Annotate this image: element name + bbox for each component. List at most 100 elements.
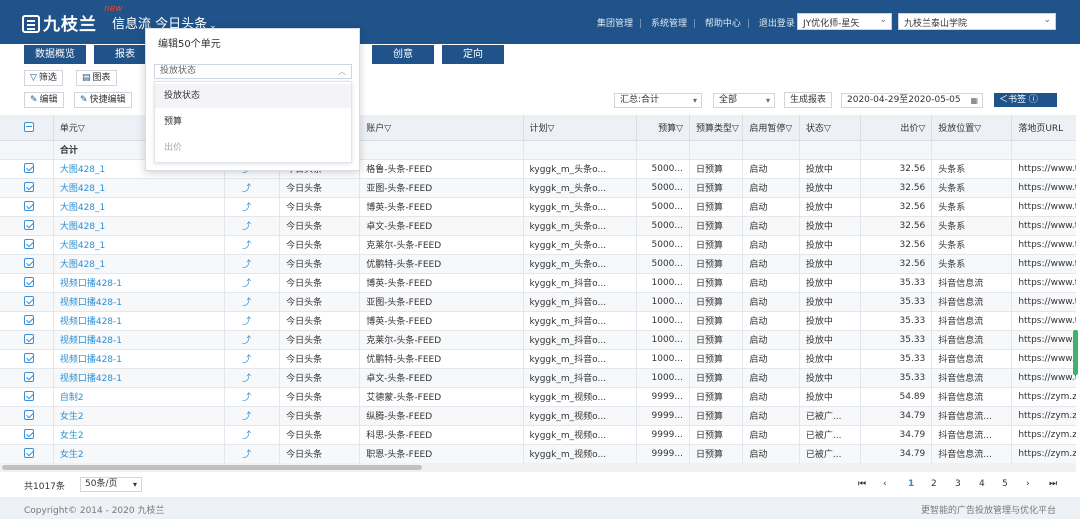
horizontal-scrollbar[interactable] [0, 463, 1076, 472]
table-row[interactable]: 视频口播428-1 ⤴ 今日头条 博英-头条-FEED kyggk_m_抖音o... 10… [0, 273, 1076, 293]
quick-edit-button[interactable]: ✎ 快捷编辑 [74, 92, 132, 108]
link-help-center[interactable]: 帮助中心 [705, 19, 741, 29]
unit-name-link[interactable]: 大图428_1 [53, 178, 225, 198]
row-checkbox[interactable] [0, 368, 54, 388]
last-page-icon[interactable]: ⏭ [1049, 479, 1057, 489]
table-row[interactable]: 视频口播428-1 ⤴ 今日头条 克莱尔-头条-FEED kyggk_m_抖音o... 1… [0, 330, 1076, 350]
unit-name-link[interactable]: 大图428_1 [53, 254, 225, 274]
vertical-scrollbar[interactable] [1072, 140, 1080, 463]
table-row[interactable]: 大图428_1 ⤴ 今日头条 克莱尔-头条-FEED kyggk_m_头条o... 500… [0, 235, 1076, 255]
page-3[interactable]: 3 [955, 479, 961, 489]
trend-icon[interactable]: ⤴ [224, 292, 281, 312]
option-delivery-status[interactable]: 投放状态 [155, 84, 351, 108]
unit-name-link[interactable]: 视频口播428-1 [53, 330, 225, 350]
table-row[interactable]: 女生2 ⤴ 今日头条 职恩-头条-FEED kyggk_m_视频o... 9999... 日… [0, 444, 1076, 463]
trend-icon[interactable]: ⤴ [224, 387, 281, 407]
trend-icon[interactable]: ⤴ [224, 444, 281, 463]
tab-creative[interactable]: 创意 [372, 45, 434, 64]
column-header-plan[interactable]: 计划▽ [523, 115, 637, 141]
unit-name-link[interactable]: 大图428_1 [53, 197, 225, 217]
tab-overview[interactable]: 数据概览 [24, 45, 86, 64]
option-bid[interactable]: 出价 [155, 136, 351, 160]
select-all-checkbox[interactable] [0, 115, 54, 141]
account-select[interactable]: 九枝兰泰山学院 ⌄ [898, 13, 1056, 30]
row-checkbox[interactable] [0, 235, 54, 255]
filter-button[interactable]: ▽ 筛选 [24, 70, 63, 86]
date-range-picker[interactable]: 2020-04-29至2020-05-05 ▦ [841, 93, 983, 108]
table-row[interactable]: 视频口播428-1 ⤴ 今日头条 优鹏特-头条-FEED kyggk_m_抖音o... 1… [0, 349, 1076, 369]
row-checkbox[interactable] [0, 292, 54, 312]
table-row[interactable]: 自制2 ⤴ 今日头条 艾德蒙-头条-FEED kyggk_m_视频o... 9999...… [0, 387, 1076, 407]
row-checkbox[interactable] [0, 349, 54, 369]
table-row[interactable]: 视频口播428-1 ⤴ 今日头条 卓文-头条-FEED kyggk_m_抖音o... 10… [0, 368, 1076, 388]
unit-name-link[interactable]: 女生2 [53, 444, 225, 463]
next-page-icon[interactable]: › [1026, 479, 1030, 489]
trend-icon[interactable]: ⤴ [224, 311, 281, 331]
unit-name-link[interactable]: 视频口播428-1 [53, 349, 225, 369]
trend-icon[interactable]: ⤴ [224, 235, 281, 255]
unit-name-link[interactable]: 大图428_1 [53, 216, 225, 236]
unit-name-link[interactable]: 视频口播428-1 [53, 273, 225, 293]
trend-icon[interactable]: ⤴ [224, 349, 281, 369]
column-header-budget[interactable]: 预算▽ [636, 115, 691, 141]
trend-icon[interactable]: ⤴ [224, 254, 281, 274]
link-logout[interactable]: 退出登录 [759, 19, 795, 29]
table-row[interactable]: 大图428_1 ⤴ 今日头条 亚图-头条-FEED kyggk_m_头条o... 5000… [0, 178, 1076, 198]
trend-icon[interactable]: ⤴ [224, 216, 281, 236]
column-header-bid[interactable]: 出价▽ [860, 115, 933, 141]
column-header-enable-pause[interactable]: 启用暂停▽ [742, 115, 800, 141]
row-checkbox[interactable] [0, 387, 54, 407]
bookmark-button[interactable]: ＜书签 ⓘ [994, 93, 1057, 107]
column-header-budget-type[interactable]: 预算类型▽ [689, 115, 744, 141]
unit-name-link[interactable]: 大图428_1 [53, 235, 225, 255]
row-checkbox[interactable] [0, 178, 54, 198]
trend-icon[interactable]: ⤴ [224, 330, 281, 350]
row-checkbox[interactable] [0, 197, 54, 217]
chart-button[interactable]: ▤ 图表 [76, 70, 117, 86]
trend-icon[interactable]: ⤴ [224, 425, 281, 445]
unit-name-link[interactable]: 视频口播428-1 [53, 292, 225, 312]
link-system-management[interactable]: 系统管理 [651, 19, 687, 29]
row-checkbox[interactable] [0, 216, 54, 236]
scope-select[interactable]: 全部 ▾ [713, 93, 775, 108]
column-header-status[interactable]: 状态▽ [799, 115, 861, 141]
row-checkbox[interactable] [0, 425, 54, 445]
column-header-account[interactable]: 账户▽ [359, 115, 524, 141]
trend-icon[interactable]: ⤴ [224, 197, 281, 217]
table-row[interactable]: 视频口播428-1 ⤴ 今日头条 亚图-头条-FEED kyggk_m_抖音o... 10… [0, 292, 1076, 312]
trend-icon[interactable]: ⤴ [224, 178, 281, 198]
row-checkbox[interactable] [0, 311, 54, 331]
row-checkbox[interactable] [0, 406, 54, 426]
unit-name-link[interactable]: 自制2 [53, 387, 225, 407]
unit-name-link[interactable]: 女生2 [53, 406, 225, 426]
unit-name-link[interactable]: 视频口播428-1 [53, 311, 225, 331]
table-row[interactable]: 大图428_1 ⤴ 今日头条 卓文-头条-FEED kyggk_m_头条o... 5000… [0, 216, 1076, 236]
row-checkbox[interactable] [0, 444, 54, 463]
trend-icon[interactable]: ⤴ [224, 368, 281, 388]
table-row[interactable]: 大图428_1 ⤴ 今日头条 博英-头条-FEED kyggk_m_头条o... 5000… [0, 197, 1076, 217]
row-checkbox[interactable] [0, 254, 54, 274]
trend-icon[interactable]: ⤴ [224, 273, 281, 293]
table-row[interactable]: 女生2 ⤴ 今日头条 科思-头条-FEED kyggk_m_视频o... 9999... 日… [0, 425, 1076, 445]
table-row[interactable]: 女生2 ⤴ 今日头条 纵腾-头条-FEED kyggk_m_视频o... 9999... 日… [0, 406, 1076, 426]
summary-select[interactable]: 汇总:合计 ▾ [614, 93, 702, 108]
scrollbar-thumb[interactable] [2, 465, 422, 470]
row-checkbox[interactable] [0, 159, 54, 179]
scrollbar-thumb[interactable] [1073, 330, 1078, 375]
link-group-management[interactable]: 集团管理 [597, 19, 633, 29]
row-checkbox[interactable] [0, 273, 54, 293]
logo[interactable]: 九枝兰 [22, 10, 97, 35]
table-row[interactable]: 大图428_1 ⤴ 今日头条 优鹏特-头条-FEED kyggk_m_头条o... 500… [0, 254, 1076, 274]
edit-button[interactable]: ✎ 编辑 [24, 92, 64, 108]
page-size-select[interactable]: 50条/页 ▾ [80, 477, 142, 492]
unit-name-link[interactable]: 视频口播428-1 [53, 368, 225, 388]
generate-report-button[interactable]: 生成报表 [784, 92, 833, 108]
page-1[interactable]: 1 [908, 479, 914, 489]
first-page-icon[interactable]: ⏮ [858, 479, 866, 489]
page-5[interactable]: 5 [1002, 479, 1008, 489]
tab-targeting[interactable]: 定向 [442, 45, 504, 64]
page-2[interactable]: 2 [931, 479, 937, 489]
page-4[interactable]: 4 [979, 479, 985, 489]
row-checkbox[interactable] [0, 330, 54, 350]
table-row[interactable]: 视频口播428-1 ⤴ 今日头条 博英-头条-FEED kyggk_m_抖音o... 10… [0, 311, 1076, 331]
